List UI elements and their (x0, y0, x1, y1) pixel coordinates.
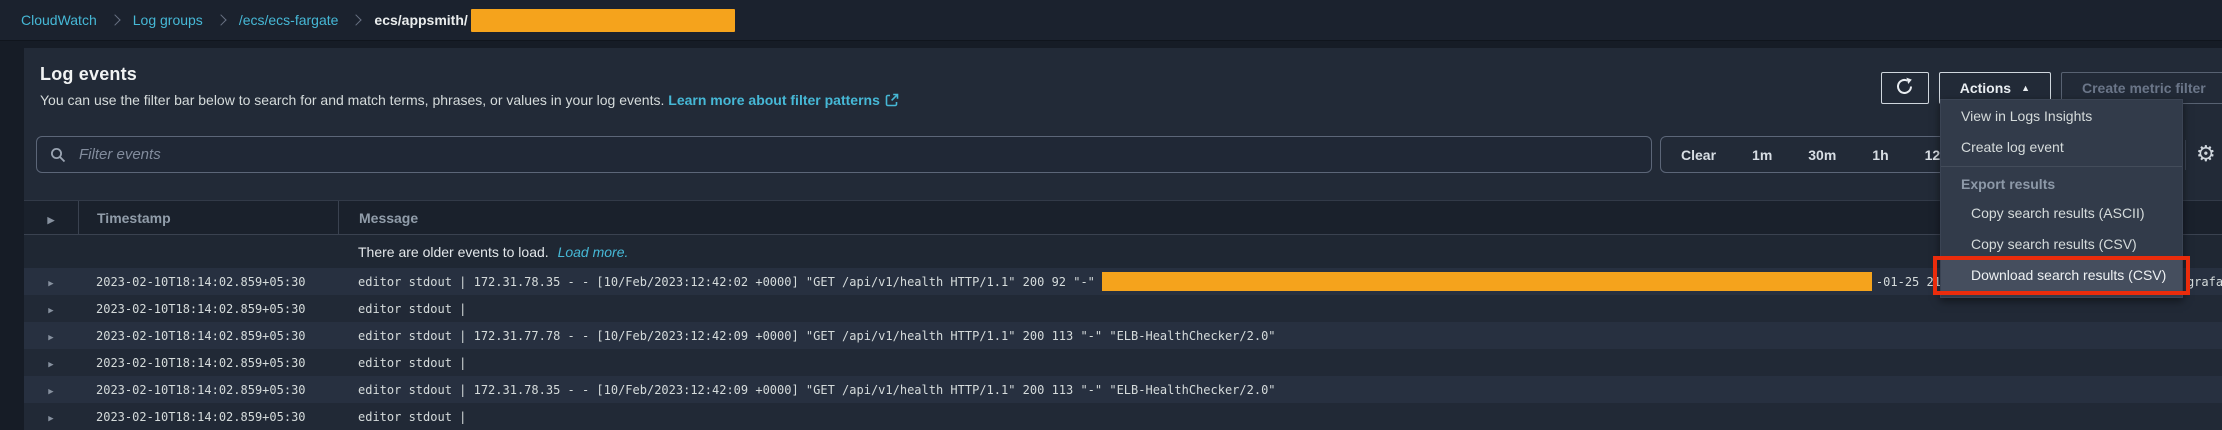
load-more-link[interactable]: Load more. (558, 244, 629, 260)
table-row: ▶ 2023-02-10T18:14:02.859+05:30 editor s… (24, 295, 2222, 322)
menu-item-label: Download search results (CSV) (1971, 267, 2166, 283)
menu-item-copy-search-results-ascii[interactable]: Copy search results (ASCII) (1941, 198, 2182, 229)
filter-box (36, 136, 1652, 173)
breadcrumb-chevron-icon (109, 14, 120, 25)
row-message: editor stdout | 172.31.77.78 - - [10/Feb… (338, 329, 2222, 343)
row-message: editor stdout | (338, 302, 2222, 316)
load-more-row: There are older events to load. Load mor… (24, 235, 2222, 268)
table-row: ▶ 2023-02-10T18:14:02.859+05:30 editor s… (24, 349, 2222, 376)
breadcrumb-chevron-icon (351, 14, 362, 25)
external-link-icon (885, 93, 899, 110)
redaction-block (1102, 272, 1872, 291)
time-range-1h[interactable]: 1h (1872, 147, 1888, 163)
table-body: ▶ 2023-02-10T18:14:02.859+05:30 editor s… (24, 268, 2222, 430)
log-events-panel: Log events You can use the filter bar be… (24, 48, 2222, 410)
menu-item-view-in-logs-insights[interactable]: View in Logs Insights (1941, 101, 2182, 132)
toolbar: Clear 1m 30m 1h 12h ⚙ (36, 136, 2222, 173)
menu-item-download-search-results-csv[interactable]: Download search results (CSV) (1941, 260, 2182, 291)
expand-all-icon[interactable]: ▶ (48, 215, 55, 225)
expand-row-icon[interactable]: ▶ (48, 333, 53, 343)
expand-row-icon[interactable]: ▶ (48, 414, 53, 424)
menu-section-export-results: Export results (1941, 170, 2182, 198)
menu-item-copy-search-results-csv[interactable]: Copy search results (CSV) (1941, 229, 2182, 260)
refresh-button[interactable] (1881, 72, 1929, 104)
page-title: Log events (40, 64, 899, 85)
page-description: You can use the filter bar below to sear… (40, 92, 899, 110)
gear-icon[interactable]: ⚙ (2196, 142, 2222, 167)
caret-up-icon: ▲ (2021, 84, 2030, 93)
row-timestamp: 2023-02-10T18:14:02.859+05:30 (78, 302, 338, 316)
row-timestamp: 2023-02-10T18:14:02.859+05:30 (78, 329, 338, 343)
redaction-block (471, 9, 735, 32)
expand-row-icon[interactable]: ▶ (48, 387, 53, 397)
row-timestamp: 2023-02-10T18:14:02.859+05:30 (78, 383, 338, 397)
table-row: ▶ 2023-02-10T18:14:02.859+05:30 editor s… (24, 268, 2222, 295)
filter-events-input[interactable] (37, 137, 1651, 172)
breadcrumb-link-cloudwatch[interactable]: CloudWatch (21, 12, 97, 28)
older-events-text: There are older events to load. (358, 244, 549, 260)
panel-title-block: Log events You can use the filter bar be… (40, 64, 899, 110)
breadcrumb-link-log-groups[interactable]: Log groups (133, 12, 203, 28)
row-message: editor stdout | 172.31.78.35 - - [10/Feb… (338, 383, 2222, 397)
column-header-timestamp: Timestamp (78, 201, 338, 234)
row-message-text: -01-25 21 (1876, 275, 1941, 289)
page-description-text: You can use the filter bar below to sear… (40, 92, 664, 108)
breadcrumb-chevron-icon (215, 14, 226, 25)
row-message-text: grafan (2187, 275, 2222, 289)
learn-more-link[interactable]: Learn more about filter patterns (668, 92, 880, 108)
toolbar-divider (2185, 140, 2186, 170)
row-message: editor stdout | (338, 356, 2222, 370)
menu-item-create-log-event[interactable]: Create log event (1941, 132, 2182, 163)
table-header: ▶ Timestamp Message (24, 200, 2222, 235)
search-icon (50, 147, 66, 163)
breadcrumb-link-log-group[interactable]: /ecs/ecs-fargate (239, 12, 339, 28)
header-buttons: Actions ▲ Create metric filter (1881, 64, 2222, 104)
row-message: editor stdout | (338, 410, 2222, 424)
log-events-table: ▶ Timestamp Message There are older even… (24, 200, 2222, 430)
table-row: ▶ 2023-02-10T18:14:02.859+05:30 editor s… (24, 322, 2222, 349)
time-range-30m[interactable]: 30m (1808, 147, 1836, 163)
menu-separator (1941, 166, 2182, 167)
breadcrumb-current: ecs/appsmith/ (374, 12, 467, 28)
row-timestamp: 2023-02-10T18:14:02.859+05:30 (78, 410, 338, 424)
table-row: ▶ 2023-02-10T18:14:02.859+05:30 editor s… (24, 403, 2222, 430)
expand-row-icon[interactable]: ▶ (48, 360, 53, 370)
row-message-text: editor stdout | 172.31.78.35 - - [10/Feb… (358, 275, 1095, 289)
expand-row-icon[interactable]: ▶ (48, 279, 53, 289)
refresh-icon (1895, 77, 1914, 99)
actions-dropdown-menu: View in Logs Insights Create log event E… (1940, 99, 2183, 298)
time-range-1m[interactable]: 1m (1752, 147, 1772, 163)
row-timestamp: 2023-02-10T18:14:02.859+05:30 (78, 356, 338, 370)
table-row: ▶ 2023-02-10T18:14:02.859+05:30 editor s… (24, 376, 2222, 403)
row-timestamp: 2023-02-10T18:14:02.859+05:30 (78, 275, 338, 289)
actions-button-label: Actions (1960, 80, 2011, 96)
breadcrumb: CloudWatch Log groups /ecs/ecs-fargate e… (0, 0, 2222, 41)
expand-row-icon[interactable]: ▶ (48, 306, 53, 316)
clear-time-filter-button[interactable]: Clear (1681, 147, 1716, 163)
